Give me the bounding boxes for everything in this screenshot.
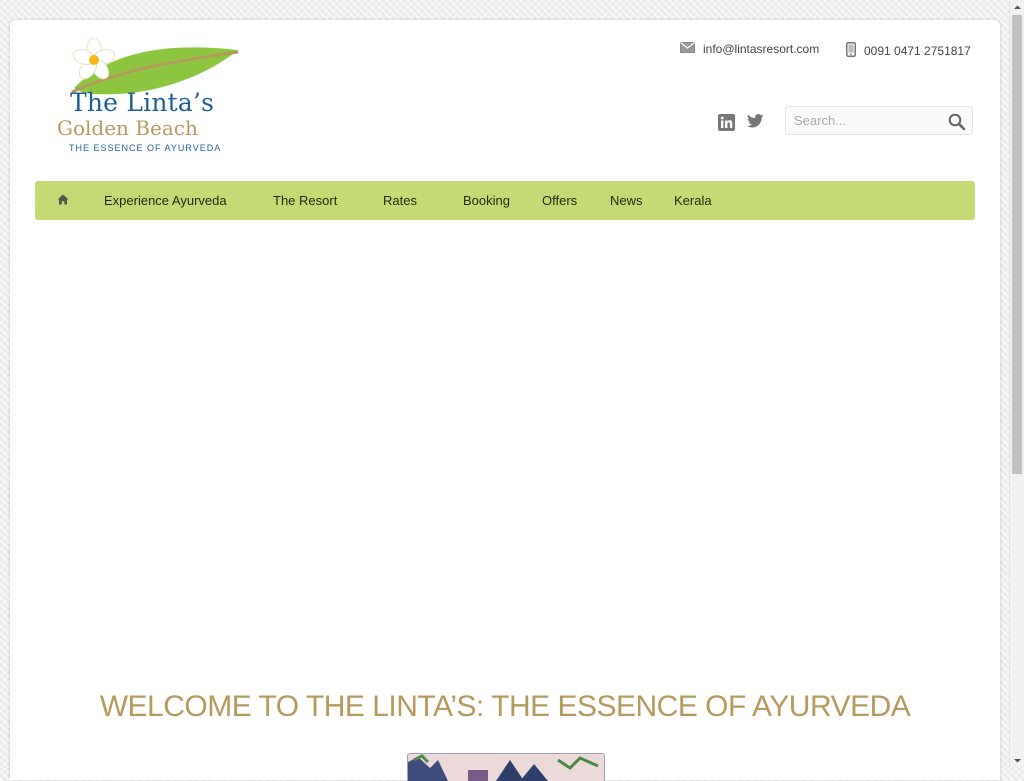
home-icon bbox=[57, 181, 69, 220]
envelope-icon bbox=[680, 42, 695, 56]
nav-home[interactable] bbox=[57, 181, 71, 220]
nav-item-booking[interactable]: Booking bbox=[463, 181, 510, 220]
twitter-link[interactable] bbox=[746, 114, 764, 133]
linkedin-link[interactable] bbox=[718, 114, 735, 136]
logo-title: The Linta’s bbox=[70, 88, 215, 117]
resort-image bbox=[407, 753, 605, 781]
search-input[interactable] bbox=[786, 107, 944, 134]
hero-slider-area bbox=[35, 240, 975, 680]
mobile-phone-icon bbox=[846, 42, 856, 60]
email-text[interactable]: info@lintasresort.com bbox=[703, 42, 819, 56]
logo-tagline: THE ESSENCE OF AYURVEDA bbox=[69, 143, 222, 153]
contact-email[interactable]: info@lintasresort.com bbox=[680, 42, 819, 56]
nav-item-kerala[interactable]: Kerala bbox=[674, 181, 712, 220]
phone-text: 0091 0471 2751817 bbox=[864, 44, 971, 58]
contact-phone: 0091 0471 2751817 bbox=[846, 42, 971, 60]
linkedin-icon bbox=[718, 114, 735, 136]
twitter-icon bbox=[746, 114, 764, 133]
nav-item-rates[interactable]: Rates bbox=[383, 181, 417, 220]
main-navigation: Experience Ayurveda The Resort Rates Boo… bbox=[35, 181, 975, 220]
nav-item-offers[interactable]: Offers bbox=[542, 181, 577, 220]
vertical-scrollbar[interactable] bbox=[1009, 0, 1024, 768]
scroll-up-arrow-icon[interactable] bbox=[1010, 0, 1024, 15]
logo-subtitle: Golden Beach bbox=[57, 116, 198, 140]
site-logo[interactable]: The Linta’s Golden Beach THE ESSENCE OF … bbox=[54, 38, 240, 158]
nav-item-news[interactable]: News bbox=[610, 181, 643, 220]
search-box bbox=[785, 106, 973, 135]
welcome-headline: WELCOME TO THE LINTA’S: THE ESSENCE OF A… bbox=[99, 690, 911, 723]
search-icon[interactable] bbox=[948, 113, 966, 131]
scrollbar-thumb[interactable] bbox=[1012, 15, 1022, 474]
nav-item-the-resort[interactable]: The Resort bbox=[273, 181, 337, 220]
nav-item-experience-ayurveda[interactable]: Experience Ayurveda bbox=[104, 181, 227, 220]
page-container: The Linta’s Golden Beach THE ESSENCE OF … bbox=[10, 20, 1000, 781]
scroll-down-arrow-icon[interactable] bbox=[1010, 753, 1024, 768]
